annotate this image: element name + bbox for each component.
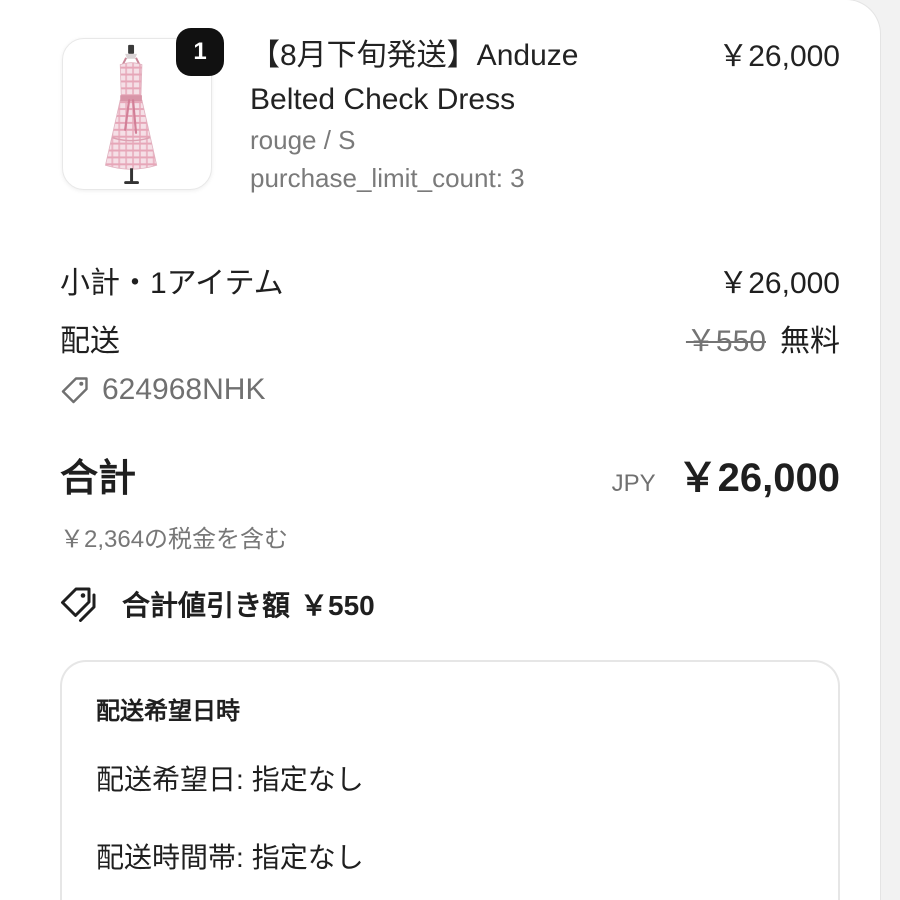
dress-skirt (104, 99, 158, 170)
product-property: purchase_limit_count: 3 (250, 163, 525, 193)
product-variant: rouge / S (250, 125, 356, 155)
quantity-badge: 1 (176, 28, 224, 76)
tag-icon (60, 375, 90, 405)
discount-code-row: 624968NHK (60, 370, 840, 410)
delivery-date-line: 配送希望日: 指定なし (96, 762, 364, 798)
product-price: ￥26,000 (718, 40, 840, 73)
product-title: 【8月下旬発送】Anduze Belted Check Dress (250, 39, 579, 116)
shipping-row: 配送 ￥550 無料 (60, 318, 840, 358)
shipping-label: 配送 (60, 325, 120, 358)
subtotal-value: ￥26,000 (718, 267, 840, 300)
total-amount: JPY ￥26,000 (612, 452, 840, 504)
discount-code: 624968NHK (102, 373, 266, 406)
delivery-date-value: 指定なし (251, 764, 364, 795)
delivery-time-value: 指定なし (251, 842, 364, 873)
total-savings-row: 合計値引き額 ￥550 (60, 584, 840, 624)
subtotal-row: 小計・1アイテム ￥26,000 (60, 260, 840, 300)
delivery-time-line: 配送時間帯: 指定なし (96, 840, 364, 876)
total-value: ￥26,000 (677, 456, 840, 500)
mannequin-neck (125, 53, 137, 59)
total-row: 合計 JPY ￥26,000 (60, 452, 840, 505)
shipping-original-price: ￥550 (685, 325, 766, 358)
delivery-preferences-box: 配送希望日時 配送希望日: 指定なし 配送時間帯: 指定なし (60, 660, 840, 900)
subtotal-label: 小計・1アイテム (60, 267, 284, 300)
dress-belt (120, 95, 142, 102)
shipping-free-label: 無料 (780, 325, 840, 358)
order-summary-panel: 1 【8月下旬発送】Anduze Belted Check Dress roug… (0, 0, 880, 900)
dress-bodice (119, 62, 143, 97)
mannequin-base (124, 181, 139, 185)
delivery-preferences-heading: 配送希望日時 (96, 698, 240, 725)
total-currency: JPY (611, 470, 656, 497)
tax-note: ￥2,364の税金を含む (60, 526, 289, 553)
delivery-date-label: 配送希望日: (96, 764, 244, 795)
total-savings-value: ￥550 (300, 590, 375, 621)
mannequin-pole (130, 168, 134, 183)
delivery-time-label: 配送時間帯: (96, 842, 244, 873)
total-label: 合計 (60, 458, 137, 500)
shipping-price: ￥550 無料 (686, 316, 840, 360)
tags-icon (60, 586, 100, 622)
total-savings-label: 合計値引き額 (122, 590, 291, 621)
mannequin-neck-knob (128, 44, 135, 54)
